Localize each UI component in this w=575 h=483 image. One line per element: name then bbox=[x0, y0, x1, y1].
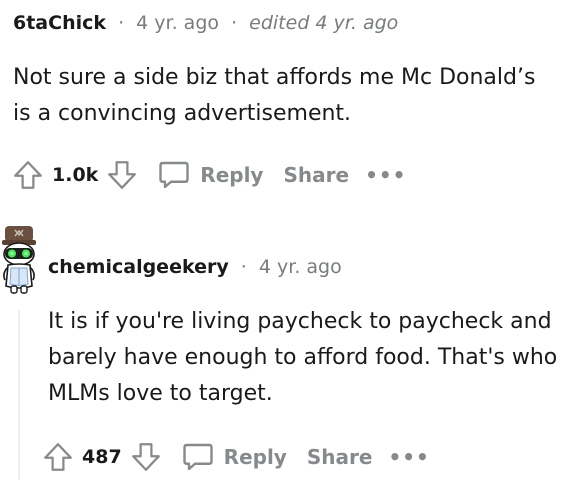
comment-action-bar: 1.0k Reply Share ••• bbox=[8, 155, 416, 195]
comment-body: It is if you're living paycheck to paych… bbox=[48, 309, 558, 406]
downvote-icon bbox=[108, 161, 137, 189]
share-button[interactable]: Share bbox=[301, 437, 379, 477]
comment: 6taChick · 4 yr. ago · edited 4 yr. ago … bbox=[0, 0, 575, 200]
username-link[interactable]: 6taChick bbox=[13, 12, 106, 34]
speech-bubble-icon bbox=[159, 161, 189, 189]
reply-button[interactable]: Reply bbox=[176, 437, 293, 477]
share-button[interactable]: Share bbox=[277, 155, 355, 195]
more-options-button[interactable]: ••• bbox=[355, 163, 416, 187]
reply-label: Reply bbox=[223, 445, 287, 469]
downvote-icon bbox=[131, 443, 160, 471]
upvote-icon bbox=[14, 161, 42, 189]
thread-line[interactable] bbox=[18, 310, 20, 480]
comment: chemicalgeekery · 4 yr. ago It is if you… bbox=[0, 210, 575, 483]
comment-action-bar: 487 Reply Share ••• bbox=[38, 437, 440, 477]
upvote-icon bbox=[44, 443, 72, 471]
upvote-button[interactable] bbox=[8, 155, 48, 195]
vote-score: 487 bbox=[82, 446, 122, 468]
downvote-button[interactable] bbox=[126, 437, 166, 477]
timestamp-link[interactable]: 4 yr. ago bbox=[136, 12, 219, 34]
downvote-button[interactable] bbox=[102, 155, 142, 195]
speech-bubble-icon bbox=[182, 443, 213, 471]
reply-label: Reply bbox=[200, 163, 264, 187]
timestamp-link[interactable]: 4 yr. ago bbox=[259, 256, 342, 278]
avatar[interactable] bbox=[0, 224, 38, 302]
snoo-avatar-icon bbox=[2, 226, 36, 294]
upvote-button[interactable] bbox=[38, 437, 78, 477]
meta-separator: · bbox=[231, 12, 238, 34]
meta-separator: · bbox=[240, 256, 247, 278]
edited-label: edited 4 yr. ago bbox=[249, 12, 399, 34]
vote-score: 1.0k bbox=[52, 164, 99, 186]
comment-meta: 6taChick · 4 yr. ago · edited 4 yr. ago bbox=[13, 10, 398, 36]
meta-separator: · bbox=[118, 12, 125, 34]
more-options-button[interactable]: ••• bbox=[378, 445, 439, 469]
comment-meta: chemicalgeekery · 4 yr. ago bbox=[48, 254, 342, 280]
username-link[interactable]: chemicalgeekery bbox=[48, 256, 229, 278]
reply-button[interactable]: Reply bbox=[152, 155, 269, 195]
comment-body: Not sure a side biz that affords me Mc D… bbox=[13, 65, 536, 126]
